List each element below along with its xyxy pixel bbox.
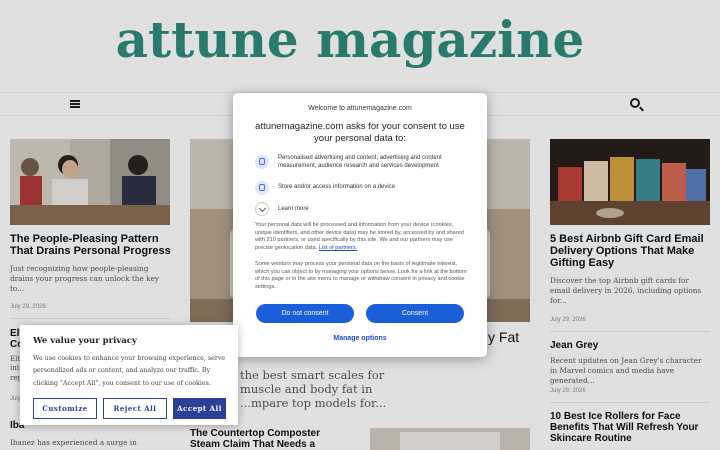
- person-icon: [255, 155, 269, 169]
- purpose-text: Store and/or access information on a dev…: [278, 184, 396, 190]
- privacy-banner: We value your privacy We use cookies to …: [20, 325, 238, 425]
- accept-all-button[interactable]: Accept All: [173, 398, 226, 419]
- consent-info-text: Your personal data will be processed and…: [255, 222, 467, 253]
- consent-welcome: Welcome to attunemagazine.com: [308, 105, 412, 112]
- purpose-text: Personalised advertising and content, ad…: [278, 155, 442, 169]
- consent-heading: attunemagazine.com asks for your consent…: [255, 121, 465, 145]
- partners-link[interactable]: List of partners.: [319, 245, 358, 251]
- learn-more-toggle[interactable]: Learn more: [278, 206, 309, 212]
- consent-info-2: Some vendors may process your personal d…: [255, 261, 467, 291]
- consent-info-1: Your personal data will be processed and…: [255, 222, 464, 252]
- purpose-item-personalised-ads: Personalised advertising and content, ad…: [255, 155, 470, 177]
- privacy-text: We use cookies to enhance your browsing …: [33, 355, 226, 387]
- reject-all-button[interactable]: Reject All: [103, 398, 167, 419]
- chevron-down-icon[interactable]: [255, 202, 269, 216]
- device-storage-icon: [255, 181, 269, 195]
- customize-button[interactable]: Customize: [33, 398, 97, 419]
- consent-dialog: Welcome to attunemagazine.com attunemaga…: [233, 93, 487, 357]
- manage-options-link[interactable]: Manage options: [233, 335, 487, 342]
- consent-button[interactable]: Consent: [366, 304, 464, 323]
- do-not-consent-button[interactable]: Do not consent: [256, 304, 354, 323]
- purpose-item-device-storage: Store and/or access information on a dev…: [255, 181, 470, 197]
- privacy-title: We value your privacy: [33, 336, 137, 346]
